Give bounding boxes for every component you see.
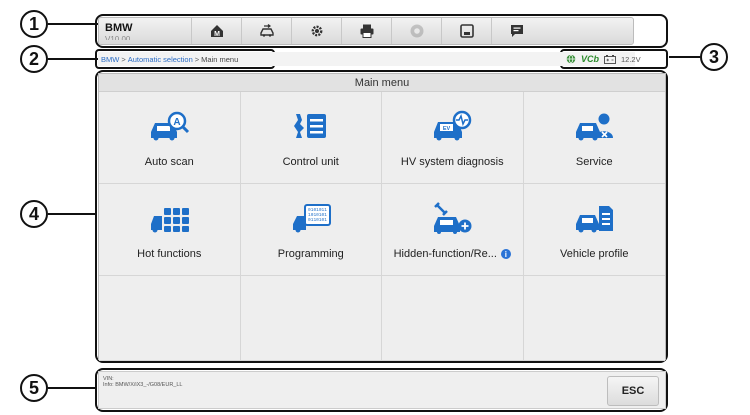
tile-label-text: HV system diagnosis <box>400 156 504 168</box>
esc-button[interactable]: ESC <box>607 376 659 406</box>
tile-auto-scan[interactable]: A Auto scan <box>99 92 241 184</box>
tile-label-text: Hidden-function/Re... <box>393 248 497 260</box>
tile-label: Service <box>576 156 613 168</box>
help-icon <box>410 24 423 38</box>
tile-empty <box>382 276 524 361</box>
data-log-button[interactable] <box>491 18 541 44</box>
help-button[interactable] <box>391 18 441 44</box>
status-area: VCb 12.2V <box>562 51 662 67</box>
service-icon <box>576 113 614 141</box>
callout-3: 3 <box>700 43 728 71</box>
settings-button[interactable] <box>291 18 341 44</box>
breadcrumb-item-make[interactable]: BMW <box>101 55 119 64</box>
tile-label: Control unit <box>283 156 339 168</box>
tile-control-unit[interactable]: Control unit <box>240 92 382 184</box>
vehicle-info: VIN: Info: BMW/X/iX3_-/G08/EUR_LL <box>103 376 182 388</box>
hidden-function-icon <box>434 202 472 234</box>
tile-label: Programming <box>278 248 344 260</box>
vehicle-swap-icon <box>259 24 274 37</box>
auto-scan-icon: A <box>151 111 190 141</box>
tile-label-text: Auto scan <box>144 156 194 168</box>
hot-functions-icon <box>151 208 190 233</box>
battery-voltage: 12.2V <box>621 54 641 64</box>
tile-vehicle-profile[interactable]: Vehicle profile <box>523 184 665 276</box>
callout-4: 4 <box>20 200 48 228</box>
tile-programming[interactable]: 0101011 1010101 0110101 Programming <box>240 184 382 276</box>
vehicle-info-text: Info: BMW/X/iX3_-/G08/EUR_LL <box>103 382 183 388</box>
info-icon[interactable]: i <box>500 249 511 259</box>
top-toolbar: BMW V10.00 M <box>98 17 634 45</box>
globe-icon <box>566 54 576 64</box>
home-icon: M <box>210 25 223 38</box>
callout-1-leader <box>48 23 98 25</box>
main-menu-title: Main menu <box>99 74 665 92</box>
vehicle-title: BMW V10.00 <box>99 21 191 40</box>
callout-3-leader <box>669 56 700 58</box>
tile-hv-system-diagnosis[interactable]: EV HV system diagnosis <box>382 92 524 184</box>
tile-hot-functions[interactable]: Hot functions <box>99 184 241 276</box>
software-version: V10.00 <box>105 34 131 40</box>
svg-text:M: M <box>214 31 220 38</box>
tile-label: Hot functions <box>137 248 201 260</box>
vci-status: VCb <box>581 54 599 64</box>
svg-text:EV: EV <box>443 126 451 132</box>
callout-2-leader <box>48 58 98 60</box>
hv-diagnosis-icon: EV <box>434 110 472 141</box>
data-log-icon <box>510 25 523 37</box>
vehicle-profile-icon <box>576 206 614 233</box>
callout-1: 1 <box>20 10 48 38</box>
tile-label-text: Service <box>575 156 613 168</box>
control-unit-icon <box>293 114 326 138</box>
svg-text:0110101: 0110101 <box>308 217 327 223</box>
footer-bar: VIN: Info: BMW/X/iX3_-/G08/EUR_LL ESC <box>98 371 666 409</box>
battery-icon <box>604 54 616 64</box>
tile-service[interactable]: Service <box>523 92 665 184</box>
tile-label-text: Programming <box>277 248 344 260</box>
tile-label-text: Control unit <box>282 156 339 168</box>
save-icon <box>459 24 474 38</box>
callout-4-leader <box>48 213 95 215</box>
callout-5: 5 <box>20 374 48 402</box>
tile-label: Vehicle profile <box>560 248 629 260</box>
tile-empty <box>240 276 382 361</box>
svg-text:A: A <box>174 117 181 128</box>
tile-hidden-function[interactable]: Hidden-function/Re... i <box>382 184 524 276</box>
vehicle-swap-button[interactable] <box>241 18 291 44</box>
print-icon <box>360 24 373 38</box>
tile-empty <box>99 276 241 361</box>
callout-2: 2 <box>20 45 48 73</box>
programming-icon: 0101011 1010101 0110101 <box>292 204 331 233</box>
function-grid: A Auto scan Control unit EV HV system di… <box>99 92 665 361</box>
tile-label: HV system diagnosis <box>401 156 504 168</box>
save-button[interactable] <box>441 18 491 44</box>
print-button[interactable] <box>341 18 391 44</box>
tile-empty <box>523 276 665 361</box>
tile-label: Auto scan <box>145 156 194 168</box>
settings-gear-icon <box>311 25 322 37</box>
breadcrumb: BMW > Automatic selection > Main menu <box>98 52 635 66</box>
home-button[interactable]: M <box>191 18 241 44</box>
vehicle-make: BMW <box>105 21 133 34</box>
breadcrumb-separator: > <box>121 54 126 64</box>
tile-label-text: Hot functions <box>137 248 202 260</box>
breadcrumb-separator: > <box>194 54 200 64</box>
tile-label: Hidden-function/Re... i <box>394 248 511 260</box>
main-menu-panel: Main menu A Auto scan Control unit EV HV… <box>98 73 666 361</box>
callout-5-leader <box>48 387 95 389</box>
tile-label-text: Vehicle profile <box>560 248 629 260</box>
breadcrumb-item-automatic-selection[interactable]: Automatic selection <box>128 55 193 64</box>
breadcrumb-current: Main menu <box>201 54 239 64</box>
